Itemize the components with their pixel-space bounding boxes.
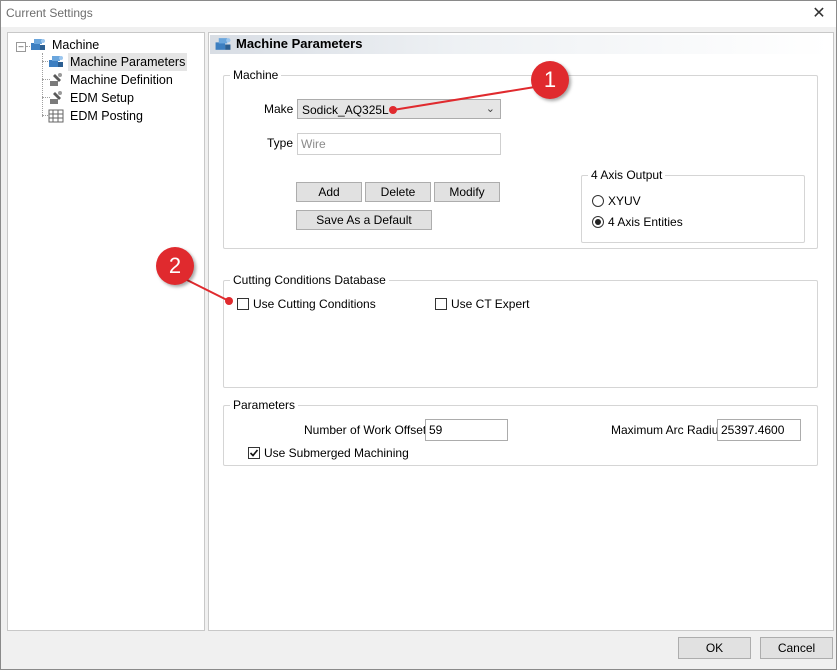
callout-badge-2: 2: [156, 247, 194, 285]
ok-button[interactable]: OK: [678, 637, 751, 659]
callout-lines: [180, 85, 542, 305]
dialog-window: Current Settings ✕ – Machine Machine Par…: [0, 0, 837, 670]
callout-badge-1: 1: [531, 61, 569, 99]
cancel-button[interactable]: Cancel: [760, 637, 833, 659]
